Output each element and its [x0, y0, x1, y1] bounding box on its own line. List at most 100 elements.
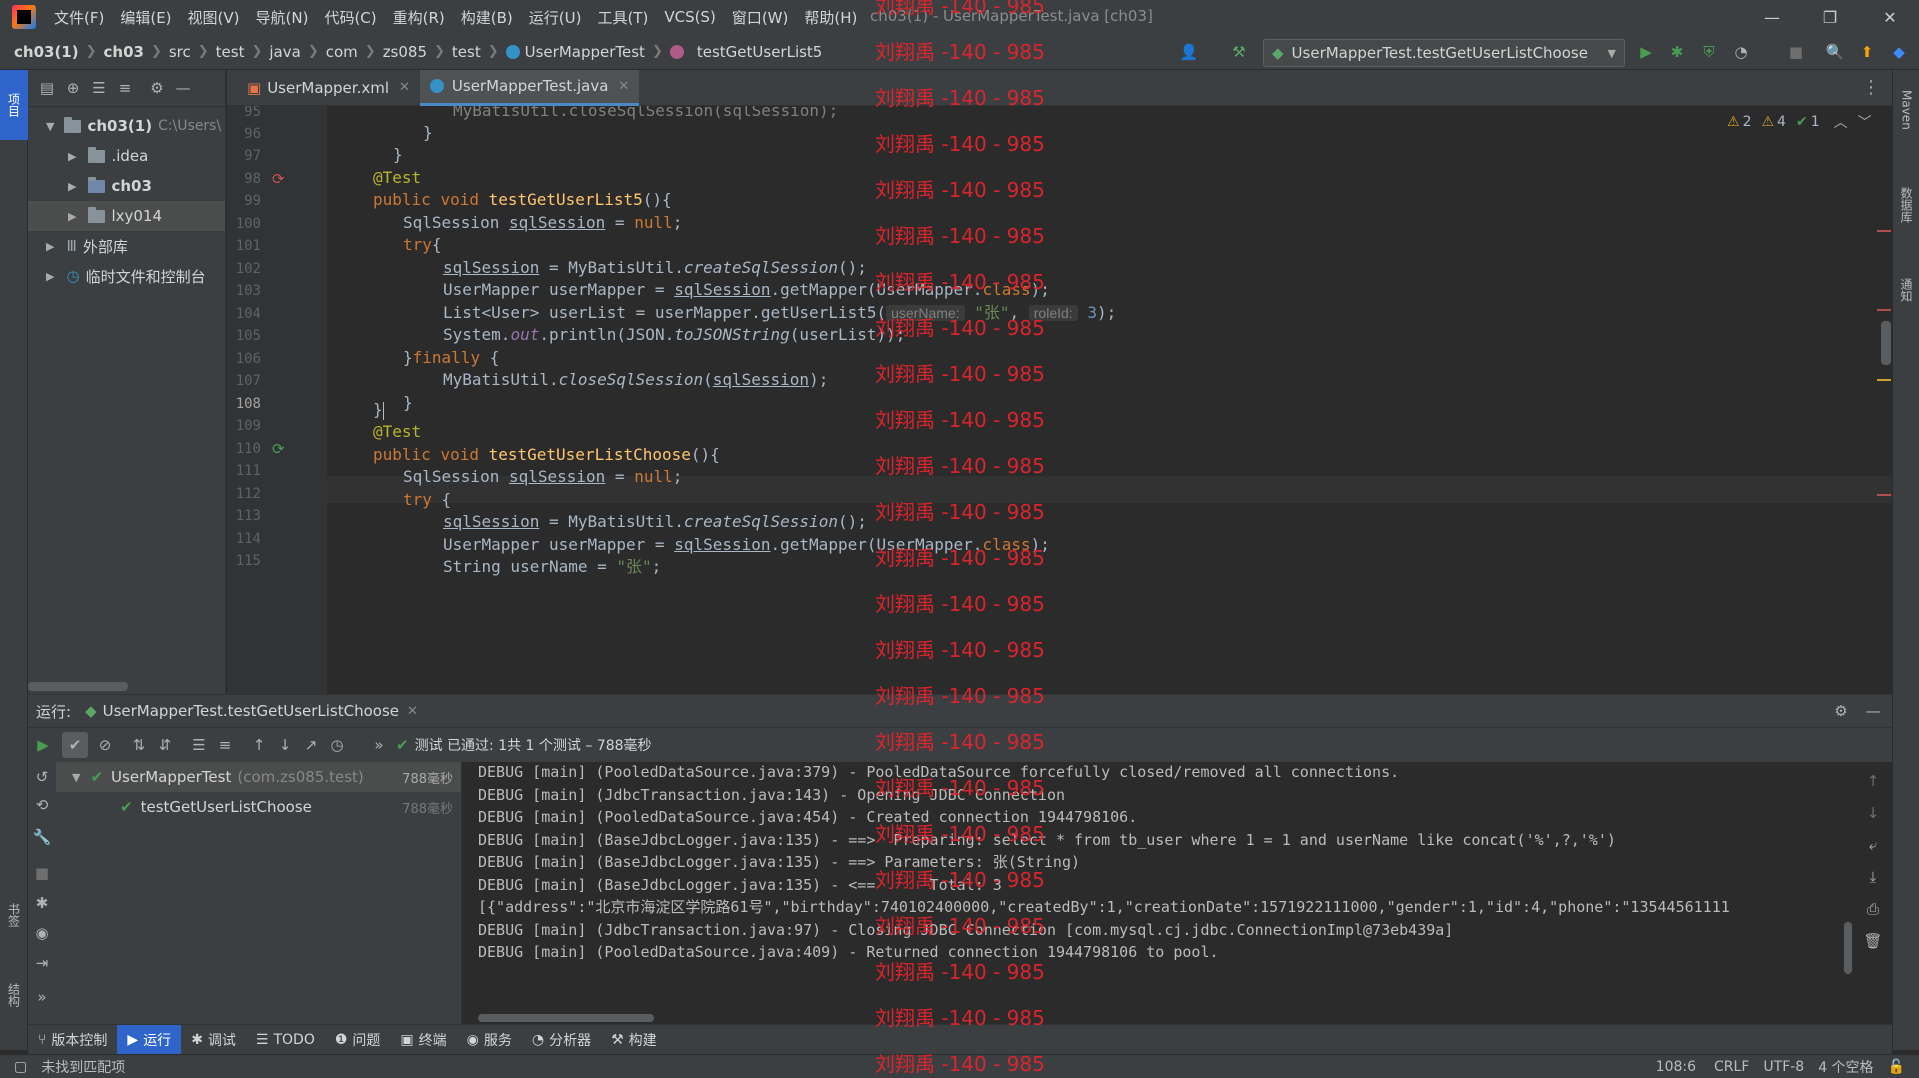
error-stripe-mark[interactable]	[1877, 230, 1891, 232]
menu-vcs[interactable]: VCS(S)	[664, 8, 715, 26]
update-icon[interactable]: ⬆	[1854, 39, 1880, 65]
project-view-icon[interactable]: ▤	[34, 75, 60, 101]
error-stripe-mark[interactable]	[1877, 494, 1891, 496]
minimize-button[interactable]: —	[1744, 0, 1800, 34]
hide-icon[interactable]: —	[1860, 698, 1886, 724]
export-icon[interactable]: ↗	[298, 732, 324, 758]
tool-todo[interactable]: ☰ TODO	[246, 1025, 325, 1055]
menu-refactor[interactable]: 重构(R)	[393, 7, 445, 28]
gear-icon[interactable]: ⚙	[144, 75, 170, 101]
tool-terminal[interactable]: ▣ 终端	[390, 1025, 456, 1055]
run-icon[interactable]: ▶	[1633, 39, 1659, 65]
soft-wrap-icon[interactable]: ⤶	[1860, 832, 1886, 858]
tree-item-external-libraries[interactable]: ▶ Ⅲ 外部库	[28, 231, 225, 261]
toggle-auto-test-icon[interactable]: ⟲	[29, 792, 55, 818]
tree-item-idea[interactable]: ▶ .idea	[28, 141, 225, 171]
breadcrumb-item[interactable]: zs085	[383, 43, 427, 61]
lock-icon[interactable]: 🔓	[1888, 1059, 1905, 1075]
menu-tools[interactable]: 工具(T)	[597, 7, 648, 28]
tool-build[interactable]: ⚒ 构建	[601, 1025, 667, 1055]
plugin-icon[interactable]: ◆	[1886, 39, 1912, 65]
debug-icon[interactable]: ✱	[1664, 39, 1690, 65]
menu-build[interactable]: 构建(B)	[461, 7, 513, 28]
test-suite-row[interactable]: ▼ ✔ UserMapperTest (com.zs085.test) 788毫…	[56, 762, 461, 792]
exit-icon[interactable]: ⇥	[29, 950, 55, 976]
test-case-row[interactable]: ✔ testGetUserListChoose 788毫秒	[56, 792, 461, 822]
console-output[interactable]: DEBUG [main] (PooledDataSource.java:379)…	[462, 762, 1892, 1024]
show-passed-icon[interactable]: ✔	[62, 732, 88, 758]
wrench-icon[interactable]: 🔧	[29, 824, 55, 850]
menu-help[interactable]: 帮助(H)	[804, 7, 857, 28]
tool-debug[interactable]: ✱ 调试	[181, 1025, 246, 1055]
tool-profiler[interactable]: ◔ 分析器	[522, 1025, 601, 1055]
trash-icon[interactable]: 🗑	[1860, 928, 1886, 954]
close-icon[interactable]: ✕	[618, 79, 629, 94]
tool-problems[interactable]: ❶ 问题	[325, 1025, 391, 1055]
profile-icon[interactable]: ◔	[1728, 39, 1754, 65]
tool-run[interactable]: ▶ 运行	[117, 1024, 182, 1055]
console-v-scrollbar[interactable]	[1844, 922, 1852, 974]
menu-code[interactable]: 代码(C)	[324, 7, 376, 28]
breadcrumb-item[interactable]: java	[269, 43, 300, 61]
run-test-failed-icon[interactable]: ⟳	[272, 170, 285, 188]
project-tool-tab[interactable]: 项目	[0, 70, 28, 140]
search-icon[interactable]: 🔍	[1822, 39, 1848, 65]
expand-all-icon[interactable]: ☰	[86, 75, 112, 101]
project-scrollbar[interactable]	[28, 682, 128, 691]
breadcrumb-item[interactable]: ch03(1)	[14, 43, 79, 61]
menu-run[interactable]: 运行(U)	[529, 7, 582, 28]
hammer-build-icon[interactable]: ⚒	[1226, 39, 1252, 65]
coverage-icon[interactable]: ⛨	[1696, 39, 1722, 65]
tab-usermappertest-java[interactable]: UserMapperTest.java ✕	[419, 69, 640, 106]
breadcrumb-item[interactable]: src	[169, 43, 191, 61]
code-editor[interactable]: 95 96 97 98 99 100 101 102 103 104 105 1…	[227, 106, 1892, 694]
debug-icon[interactable]: ✱	[29, 890, 55, 916]
sort-duration-icon[interactable]: ⇵	[152, 732, 178, 758]
inspection-widget[interactable]: ⚠ 2 ⚠ 4 ✔ 1 ︿ ﹀	[1727, 112, 1872, 132]
database-tool-tab[interactable]: 数据库	[1893, 165, 1919, 245]
caret-position[interactable]: 108:6	[1656, 1059, 1696, 1075]
user-icon[interactable]: 👤	[1176, 39, 1202, 65]
tool-version-control[interactable]: ⑂ 版本控制	[28, 1025, 117, 1055]
menu-navigate[interactable]: 导航(N)	[256, 7, 309, 28]
tree-item-ch03[interactable]: ▶ ch03	[28, 171, 225, 201]
line-separator[interactable]: CRLF	[1714, 1059, 1749, 1075]
more-options-icon[interactable]: ⋮	[1862, 77, 1880, 98]
scroll-to-end-icon[interactable]: ⤓	[1860, 864, 1886, 890]
camera-icon[interactable]: ◉	[29, 920, 55, 946]
arrow-up-icon[interactable]: ↑	[246, 732, 272, 758]
breadcrumb-item[interactable]: UserMapperTest	[525, 43, 645, 61]
breadcrumb-item[interactable]: testGetUserList5	[697, 43, 823, 61]
console-h-scrollbar[interactable]	[478, 1014, 654, 1022]
run-configuration-select[interactable]: ◆ UserMapperTest.testGetUserListChoose ▼	[1263, 39, 1625, 67]
tree-item-scratches[interactable]: ▶ ◷ 临时文件和控制台	[28, 261, 225, 291]
breadcrumb-item[interactable]: com	[326, 43, 358, 61]
editor-scrollbar[interactable]	[1881, 321, 1891, 365]
file-encoding[interactable]: UTF-8	[1763, 1059, 1804, 1075]
restore-layout-icon[interactable]: ↺	[29, 764, 55, 790]
close-window-button[interactable]: ✕	[1862, 0, 1918, 34]
history-icon[interactable]: ◷	[324, 732, 350, 758]
expand-all-icon[interactable]: ☰	[186, 732, 212, 758]
tool-services[interactable]: ◉ 服务	[457, 1025, 522, 1055]
bookmarks-tool-tab[interactable]: 书签	[0, 890, 28, 940]
menu-file[interactable]: 文件(F)	[54, 7, 104, 28]
collapse-all-icon[interactable]: ≡	[212, 732, 238, 758]
breadcrumb-item[interactable]: test	[216, 43, 245, 61]
layout-icon[interactable]: ▢	[14, 1059, 27, 1075]
arrow-down-icon[interactable]: ↓	[1860, 800, 1886, 826]
menu-edit[interactable]: 编辑(E)	[120, 7, 171, 28]
more-icon[interactable]: »	[29, 984, 55, 1010]
run-test-passed-icon[interactable]: ⟳	[272, 440, 285, 458]
sort-alpha-icon[interactable]: ⇅	[126, 732, 152, 758]
restore-button[interactable]: ❐	[1802, 0, 1858, 34]
run-tab[interactable]: ◆ UserMapperTest.testGetUserListChoose ✕	[85, 702, 418, 720]
rerun-icon[interactable]: ▶	[30, 732, 56, 758]
menu-view[interactable]: 视图(V)	[188, 7, 240, 28]
collapse-all-icon[interactable]: ≡	[112, 75, 138, 101]
gear-icon[interactable]: ⚙	[1828, 698, 1854, 724]
hide-icon[interactable]: —	[170, 75, 196, 101]
stop-icon[interactable]: ■	[1783, 39, 1809, 65]
arrow-up-icon[interactable]: ↑	[1860, 768, 1886, 794]
arrow-down-icon[interactable]: ↓	[272, 732, 298, 758]
